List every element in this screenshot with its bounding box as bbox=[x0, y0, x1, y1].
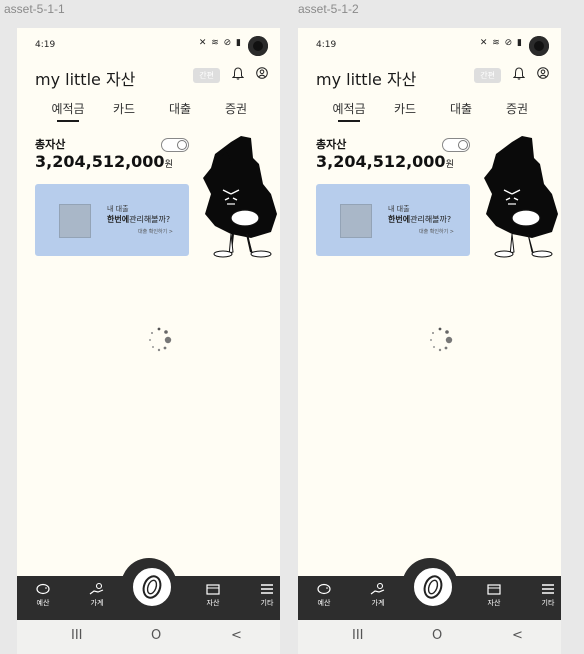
tab-savings[interactable]: 예적금 bbox=[43, 100, 93, 122]
total-assets-value: 3,204,512,000원 bbox=[316, 152, 454, 171]
total-assets-label: 총자산 bbox=[35, 138, 66, 151]
frame-label: asset-5-1-2 bbox=[298, 2, 359, 16]
status-bar: 4:19 ✕ ≋ ⊘ ▮ bbox=[316, 36, 549, 56]
mascot-character-icon bbox=[484, 136, 558, 258]
nav-assets[interactable]: 자산 bbox=[193, 582, 233, 608]
total-amount: 3,204,512,000 bbox=[316, 152, 446, 171]
frame-label: asset-5-1-1 bbox=[4, 2, 65, 16]
profile-icon[interactable] bbox=[537, 67, 549, 79]
nav-etc[interactable]: 기타 bbox=[528, 582, 561, 608]
loan-banner[interactable]: 내 대출 한번에관리해볼까? 대출 확인하기 > bbox=[35, 184, 189, 256]
recent-apps-button[interactable]: III bbox=[352, 628, 364, 643]
home-button[interactable]: O bbox=[432, 628, 442, 643]
banner-image-placeholder bbox=[340, 204, 372, 238]
banner-title: 한번에관리해볼까? bbox=[107, 214, 170, 225]
banner-link[interactable]: 대출 확인하기 > bbox=[419, 228, 454, 235]
tab-securities[interactable]: 증권 bbox=[211, 100, 261, 117]
total-amount: 3,204,512,000 bbox=[35, 152, 165, 171]
phone-screen: 4:19 ✕ ≋ ⊘ ▮ my little 자산 간편 예적금 카드 대출 증… bbox=[17, 28, 280, 654]
visibility-toggle[interactable] bbox=[442, 138, 470, 152]
system-nav-bar: III O < bbox=[298, 620, 561, 654]
banner-link[interactable]: 대출 확인하기 > bbox=[138, 228, 173, 235]
system-nav-bar: III O < bbox=[17, 620, 280, 654]
total-assets-value: 3,204,512,000원 bbox=[35, 152, 173, 171]
back-button[interactable]: < bbox=[231, 628, 242, 643]
asset-tabs: 예적금 카드 대출 증권 bbox=[316, 100, 543, 124]
visibility-toggle[interactable] bbox=[161, 138, 189, 152]
nav-label: 기타 bbox=[541, 599, 555, 607]
bell-icon[interactable] bbox=[513, 67, 525, 80]
app-title: my little 자산 bbox=[316, 70, 417, 89]
home-button[interactable]: O bbox=[151, 628, 161, 643]
tab-loan[interactable]: 대출 bbox=[155, 100, 205, 117]
wallet-icon bbox=[487, 584, 501, 595]
nav-budget[interactable]: 예산 bbox=[304, 582, 344, 608]
piggy-bank-icon bbox=[36, 583, 50, 595]
nav-household[interactable]: 가계 bbox=[77, 582, 117, 608]
currency-unit: 원 bbox=[164, 160, 173, 170]
simple-mode-button[interactable]: 간편 bbox=[474, 68, 501, 83]
hand-coin-icon bbox=[89, 582, 104, 595]
menu-icon bbox=[261, 584, 273, 594]
camera-icon bbox=[248, 36, 268, 56]
asset-tabs: 예적금 카드 대출 증권 bbox=[35, 100, 262, 124]
tab-securities[interactable]: 증권 bbox=[492, 100, 542, 117]
coin-icon bbox=[142, 575, 162, 599]
back-button[interactable]: < bbox=[512, 628, 523, 643]
banner-title-bold: 한번에 bbox=[107, 215, 130, 224]
nav-label: 자산 bbox=[206, 599, 220, 607]
coin-icon bbox=[423, 575, 443, 599]
recent-apps-button[interactable]: III bbox=[71, 628, 83, 643]
banner-title: 한번에관리해볼까? bbox=[388, 214, 451, 225]
center-action-button[interactable] bbox=[131, 566, 173, 608]
toggle-knob bbox=[458, 140, 468, 150]
mascot-character-icon bbox=[203, 136, 277, 258]
app-bar: my little 자산 간편 bbox=[35, 64, 268, 89]
tab-savings[interactable]: 예적금 bbox=[324, 100, 374, 122]
status-time: 4:19 bbox=[35, 40, 56, 50]
status-icons: ✕ ≋ ⊘ ▮ bbox=[198, 38, 242, 48]
status-time: 4:19 bbox=[316, 40, 337, 50]
banner-image-placeholder bbox=[59, 204, 91, 238]
bell-icon[interactable] bbox=[232, 67, 244, 80]
piggy-bank-icon bbox=[317, 583, 331, 595]
banner-subtitle: 내 대출 bbox=[107, 205, 129, 213]
status-icons: ✕ ≋ ⊘ ▮ bbox=[479, 38, 523, 48]
hand-coin-icon bbox=[370, 582, 385, 595]
wallet-icon bbox=[206, 584, 220, 595]
phone-screen: 4:19 ✕ ≋ ⊘ ▮ my little 자산 간편 예적금 카드 대출 증… bbox=[298, 28, 561, 654]
camera-icon bbox=[529, 36, 549, 56]
status-bar: 4:19 ✕ ≋ ⊘ ▮ bbox=[35, 36, 268, 56]
menu-icon bbox=[542, 584, 554, 594]
nav-budget[interactable]: 예산 bbox=[23, 582, 63, 608]
nav-household[interactable]: 가계 bbox=[358, 582, 398, 608]
banner-title-rest: 관리해볼까? bbox=[129, 215, 171, 224]
nav-label: 자산 bbox=[487, 599, 501, 607]
nav-label: 예산 bbox=[36, 599, 50, 607]
toggle-knob bbox=[177, 140, 187, 150]
app-title: my little 자산 bbox=[35, 70, 136, 89]
tab-loan[interactable]: 대출 bbox=[436, 100, 486, 117]
nav-label: 가계 bbox=[90, 599, 104, 607]
center-action-button[interactable] bbox=[412, 566, 454, 608]
loan-banner[interactable]: 내 대출 한번에관리해볼까? 대출 확인하기 > bbox=[316, 184, 470, 256]
tab-card[interactable]: 카드 bbox=[380, 100, 430, 117]
nav-etc[interactable]: 기타 bbox=[247, 582, 280, 608]
nav-label: 가계 bbox=[371, 599, 385, 607]
nav-assets[interactable]: 자산 bbox=[474, 582, 514, 608]
nav-label: 예산 bbox=[317, 599, 331, 607]
banner-subtitle: 내 대출 bbox=[388, 205, 410, 213]
loading-spinner-icon bbox=[149, 327, 172, 352]
tab-card[interactable]: 카드 bbox=[99, 100, 149, 117]
simple-mode-button[interactable]: 간편 bbox=[193, 68, 220, 83]
banner-title-bold: 한번에 bbox=[388, 215, 411, 224]
nav-label: 기타 bbox=[260, 599, 274, 607]
banner-title-rest: 관리해볼까? bbox=[410, 215, 452, 224]
profile-icon[interactable] bbox=[256, 67, 268, 79]
loading-spinner-icon bbox=[430, 327, 453, 352]
app-bar: my little 자산 간편 bbox=[316, 64, 549, 89]
currency-unit: 원 bbox=[445, 160, 454, 170]
total-assets-label: 총자산 bbox=[316, 138, 347, 151]
